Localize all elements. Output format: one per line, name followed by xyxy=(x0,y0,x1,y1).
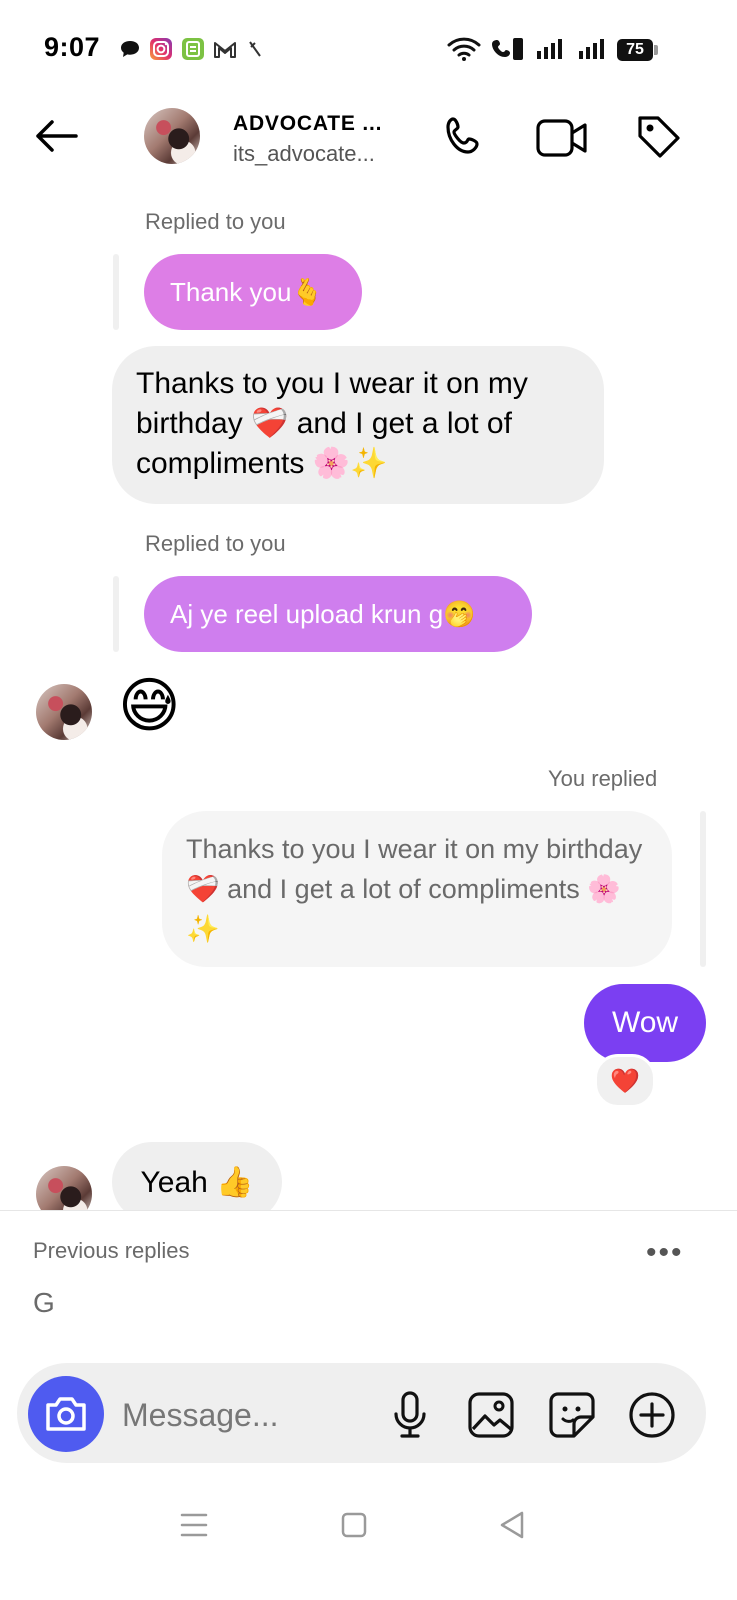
quoted-own-message[interactable]: Thanks to you I wear it on my birthday ❤… xyxy=(162,811,672,967)
cell-signal-icon xyxy=(534,36,566,62)
signal-slash-icon xyxy=(244,36,266,62)
message-bubble[interactable]: Thanks to you I wear it on my birthday ❤… xyxy=(112,346,604,504)
quoted-message[interactable]: Thank you🫰 xyxy=(144,254,362,330)
plus-circle-icon[interactable] xyxy=(626,1389,678,1441)
menu-icon[interactable] xyxy=(174,1505,214,1545)
reply-line xyxy=(113,254,119,330)
message-input[interactable] xyxy=(120,1390,374,1440)
you-replied-meta: You replied xyxy=(548,766,658,791)
divider xyxy=(0,1210,737,1211)
previous-reply-item[interactable]: G xyxy=(33,1287,55,1319)
camera-button[interactable] xyxy=(28,1376,104,1452)
app-icon xyxy=(180,36,206,62)
wifi-icon xyxy=(446,36,482,62)
avatar[interactable] xyxy=(144,108,200,164)
status-time: 9:07 xyxy=(44,32,101,62)
emoji-message[interactable]: 😅 xyxy=(118,668,181,744)
reply-line xyxy=(700,811,706,967)
previous-replies-label: Previous replies xyxy=(33,1238,190,1263)
home-icon[interactable] xyxy=(334,1505,374,1545)
contact-handle[interactable]: its_advocate... xyxy=(233,141,375,167)
cell-signal-icon xyxy=(576,36,608,62)
sticker-icon[interactable] xyxy=(546,1389,598,1441)
more-options-icon[interactable]: ••• xyxy=(646,1236,684,1270)
phone-icon[interactable] xyxy=(440,112,492,164)
call-volte-icon xyxy=(488,36,528,62)
video-icon[interactable] xyxy=(534,112,590,164)
battery-tip xyxy=(654,45,658,55)
tag-icon[interactable] xyxy=(632,110,686,164)
contact-name[interactable]: ADVOCATE ... xyxy=(233,112,382,136)
quoted-message[interactable]: Aj ye reel upload krun g🤭 xyxy=(144,576,532,652)
instagram-icon xyxy=(148,36,174,62)
back-nav-icon[interactable] xyxy=(492,1505,532,1545)
avatar[interactable] xyxy=(36,684,92,740)
gmail-icon xyxy=(212,36,238,62)
back-arrow-icon[interactable] xyxy=(28,112,84,160)
previous-replies-panel xyxy=(0,1210,737,1360)
reply-meta: Replied to you xyxy=(145,209,286,234)
gallery-icon[interactable] xyxy=(465,1389,517,1441)
battery-indicator: 75 xyxy=(617,39,653,61)
camera-icon xyxy=(46,1397,86,1431)
heart-reaction[interactable]: ❤️ xyxy=(594,1054,656,1108)
reply-line xyxy=(113,576,119,652)
chat-bubble-icon xyxy=(118,36,142,62)
reply-meta: Replied to you xyxy=(145,531,286,556)
sent-message[interactable]: Wow xyxy=(584,984,706,1062)
mic-icon[interactable] xyxy=(384,1389,436,1441)
